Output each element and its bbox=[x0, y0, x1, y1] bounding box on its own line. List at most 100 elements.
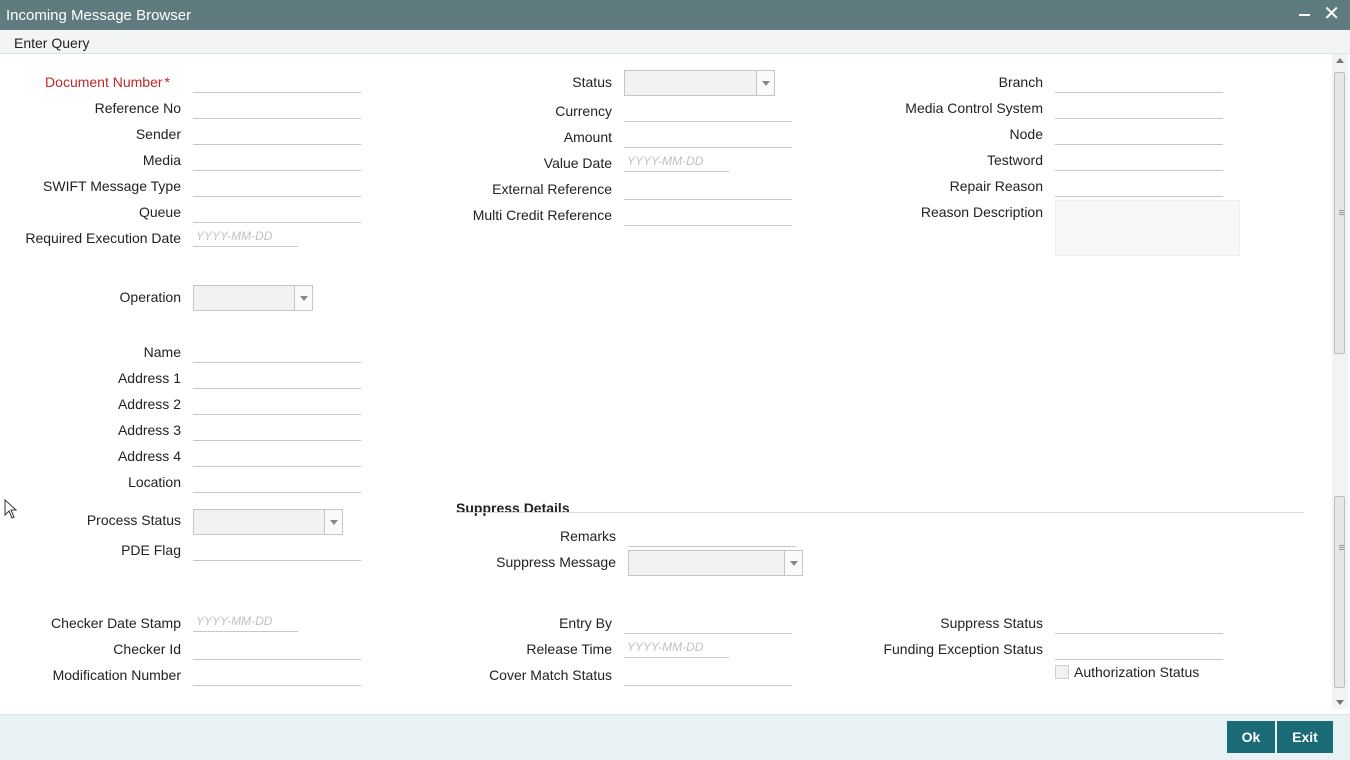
grip-line bbox=[1339, 210, 1344, 211]
suppress-details-heading: Suppress Details bbox=[456, 500, 570, 516]
required-execution-date-input[interactable]: YYYY-MM-DD bbox=[193, 227, 298, 247]
scroll-thumb-bottom[interactable] bbox=[1334, 496, 1345, 688]
value-date-input[interactable]: YYYY-MM-DD bbox=[624, 152, 729, 172]
queue-input[interactable] bbox=[193, 203, 361, 223]
vertical-scrollbar[interactable] bbox=[1332, 54, 1348, 709]
address1-input[interactable] bbox=[193, 369, 361, 389]
minimize-icon[interactable] bbox=[1299, 14, 1310, 16]
authorization-status-checkbox[interactable] bbox=[1055, 665, 1069, 679]
status-select[interactable] bbox=[624, 70, 775, 96]
reason-description-textarea[interactable] bbox=[1055, 200, 1240, 256]
exit-button[interactable]: Exit bbox=[1277, 721, 1333, 753]
address2-label: Address 2 bbox=[117, 396, 181, 412]
media-control-system-input[interactable] bbox=[1055, 99, 1223, 119]
swift-message-type-label: SWIFT Message Type bbox=[43, 178, 181, 194]
multi-credit-reference-input[interactable] bbox=[624, 206, 792, 226]
grip-line bbox=[1339, 549, 1344, 550]
scroll-thumb-top[interactable] bbox=[1334, 72, 1345, 354]
menu-bar: Enter Query bbox=[0, 30, 1350, 54]
entry-by-input[interactable] bbox=[624, 614, 792, 634]
branch-label: Branch bbox=[998, 74, 1043, 90]
funding-exception-status-label: Funding Exception Status bbox=[883, 641, 1043, 657]
node-label: Node bbox=[1009, 126, 1043, 142]
queue-label: Queue bbox=[138, 204, 181, 220]
address3-label: Address 3 bbox=[117, 422, 181, 438]
swift-message-type-input[interactable] bbox=[193, 177, 361, 197]
grip-line bbox=[1339, 212, 1344, 213]
reference-no-label: Reference No bbox=[94, 100, 181, 116]
grip-line bbox=[1339, 547, 1344, 548]
remarks-label: Remarks bbox=[559, 528, 616, 544]
media-input[interactable] bbox=[193, 151, 361, 171]
pde-flag-input[interactable] bbox=[193, 541, 361, 561]
close-icon[interactable]: ✕ bbox=[1323, 4, 1340, 24]
pde-flag-label: PDE Flag bbox=[121, 542, 181, 558]
modification-number-label: Modification Number bbox=[52, 667, 181, 683]
modification-number-input[interactable] bbox=[193, 666, 361, 686]
amount-input[interactable] bbox=[624, 128, 792, 148]
suppress-status-input[interactable] bbox=[1055, 614, 1223, 634]
suppress-status-label: Suppress Status bbox=[940, 615, 1043, 631]
chevron-down-icon bbox=[294, 286, 312, 310]
name-input[interactable] bbox=[193, 343, 361, 363]
process-status-label: Process Status bbox=[86, 512, 181, 528]
value-date-label: Value Date bbox=[543, 155, 612, 171]
repair-reason-label: Repair Reason bbox=[949, 178, 1043, 194]
testword-input[interactable] bbox=[1055, 151, 1223, 171]
scroll-up-icon[interactable] bbox=[1336, 58, 1344, 63]
location-input[interactable] bbox=[193, 473, 361, 493]
cover-match-status-label: Cover Match Status bbox=[489, 667, 612, 683]
footer-bar: Ok Exit bbox=[0, 714, 1350, 760]
authorization-status-label: Authorization Status bbox=[1074, 664, 1200, 680]
grip-line bbox=[1339, 214, 1344, 215]
operation-select[interactable] bbox=[193, 285, 313, 311]
ok-button[interactable]: Ok bbox=[1227, 721, 1275, 753]
testword-label: Testword bbox=[986, 152, 1043, 168]
sender-label: Sender bbox=[135, 126, 181, 142]
location-label: Location bbox=[128, 474, 181, 490]
document-number-label-text: Document Number bbox=[45, 74, 163, 90]
document-number-input[interactable] bbox=[193, 73, 361, 93]
release-time-input[interactable]: YYYY-MM-DD bbox=[624, 638, 729, 658]
required-star-icon: * bbox=[164, 74, 170, 90]
sender-input[interactable] bbox=[193, 125, 361, 145]
address4-input[interactable] bbox=[193, 447, 361, 467]
multi-credit-reference-label: Multi Credit Reference bbox=[472, 207, 612, 223]
external-reference-label: External Reference bbox=[492, 181, 612, 197]
external-reference-input[interactable] bbox=[624, 180, 792, 200]
title-bar: Incoming Message Browser ✕ bbox=[0, 0, 1350, 30]
chevron-down-icon bbox=[324, 510, 342, 534]
node-input[interactable] bbox=[1055, 125, 1223, 145]
suppress-details-divider bbox=[456, 512, 1304, 513]
amount-label: Amount bbox=[563, 129, 612, 145]
status-label: Status bbox=[572, 74, 612, 90]
address3-input[interactable] bbox=[193, 421, 361, 441]
chevron-down-icon bbox=[784, 551, 802, 575]
reason-description-label: Reason Description bbox=[920, 204, 1043, 220]
media-control-system-label: Media Control System bbox=[905, 100, 1043, 116]
funding-exception-status-input[interactable] bbox=[1055, 640, 1223, 660]
repair-reason-input[interactable] bbox=[1055, 177, 1223, 197]
currency-label: Currency bbox=[555, 103, 612, 119]
branch-input[interactable] bbox=[1055, 73, 1223, 93]
address4-label: Address 4 bbox=[117, 448, 181, 464]
checker-id-input[interactable] bbox=[193, 640, 361, 660]
remarks-input[interactable] bbox=[628, 527, 796, 547]
currency-input[interactable] bbox=[624, 102, 792, 122]
cover-match-status-input[interactable] bbox=[624, 666, 792, 686]
checker-id-label: Checker Id bbox=[113, 641, 181, 657]
entry-by-label: Entry By bbox=[559, 615, 612, 631]
checker-date-stamp-input[interactable]: YYYY-MM-DD bbox=[193, 612, 298, 632]
grip-line bbox=[1339, 545, 1344, 546]
required-execution-date-label: Required Execution Date bbox=[25, 230, 181, 246]
scroll-down-icon[interactable] bbox=[1336, 700, 1344, 705]
suppress-message-select[interactable] bbox=[628, 550, 803, 576]
enter-query-menu[interactable]: Enter Query bbox=[14, 35, 89, 51]
release-time-label: Release Time bbox=[526, 641, 612, 657]
address2-input[interactable] bbox=[193, 395, 361, 415]
checker-date-stamp-label: Checker Date Stamp bbox=[51, 615, 181, 631]
document-number-label: Document Number * bbox=[45, 74, 170, 90]
process-status-select[interactable] bbox=[193, 509, 343, 535]
address1-label: Address 1 bbox=[117, 370, 181, 386]
reference-no-input[interactable] bbox=[193, 99, 361, 119]
